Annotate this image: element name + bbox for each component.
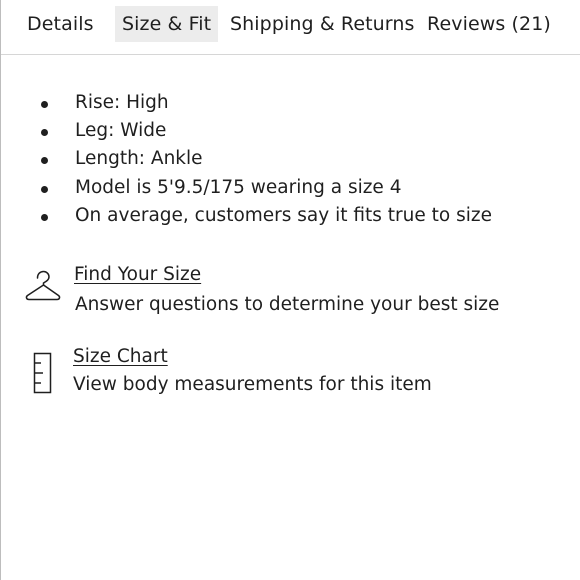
tab-details[interactable]: Details: [20, 6, 101, 42]
size-chart-link[interactable]: Size Chart: [73, 344, 168, 370]
bullet-icon: [41, 213, 48, 221]
feature-text: On average, customers say it fits true t…: [75, 204, 492, 226]
ruler-icon: [33, 352, 52, 394]
size-fit-panel: Details Size & Fit Shipping & Returns Re…: [0, 0, 580, 580]
hanger-icon: [25, 270, 61, 301]
find-your-size-description: Answer questions to determine your best …: [75, 294, 500, 315]
bullet-icon: [41, 129, 48, 137]
feature-text: Length: Ankle: [75, 148, 203, 170]
bullet-icon: [41, 101, 48, 108]
size-chart-description: View body measurements for this item: [73, 374, 432, 395]
product-tabs: Details Size & Fit Shipping & Returns Re…: [1, 0, 580, 55]
feature-text: Leg: Wide: [75, 120, 167, 142]
tab-reviews[interactable]: Reviews (21): [420, 6, 558, 42]
find-your-size-link[interactable]: Find Your Size: [74, 262, 201, 288]
feature-text: Model is 5'9.5/175 wearing a size 4: [75, 176, 402, 198]
tab-size-and-fit[interactable]: Size & Fit: [115, 6, 219, 42]
bullet-icon: [41, 185, 48, 193]
feature-text: Rise: High: [75, 92, 169, 113]
bullet-icon: [41, 157, 48, 165]
tab-shipping-and-returns[interactable]: Shipping & Returns: [223, 6, 422, 42]
